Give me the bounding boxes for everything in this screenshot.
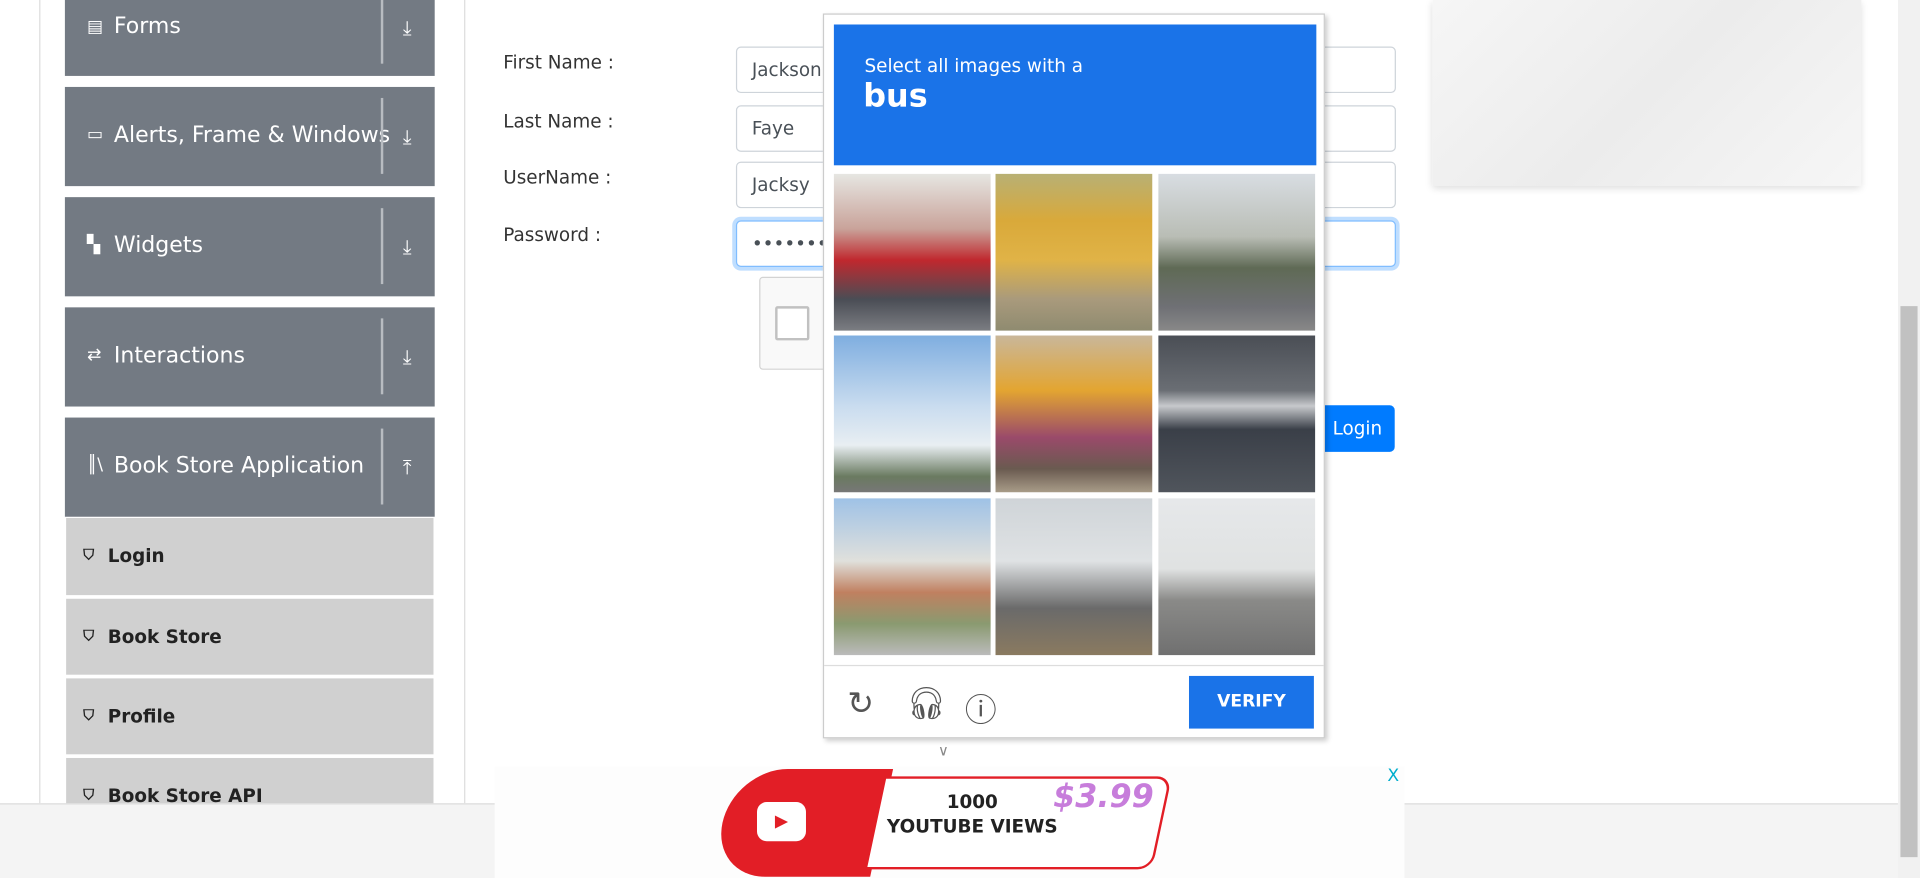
divider xyxy=(380,208,384,285)
ad-line2: YOUTUBE VIEWS xyxy=(886,815,1058,838)
chevron-down-icon[interactable]: ∨ xyxy=(938,742,949,759)
info-icon[interactable]: ⓘ xyxy=(965,686,997,731)
reload-icon[interactable]: ↻ xyxy=(847,686,874,723)
download-arrow-icon[interactable]: ⤓ xyxy=(403,235,412,259)
play-icon: ▶ xyxy=(757,802,806,842)
first-name-label: First Name : xyxy=(503,51,614,74)
sidebar-group-alerts[interactable]: ▭ Alerts, Frame & Windows ⤓ xyxy=(64,86,435,187)
interactions-icon: ⇄ xyxy=(86,345,102,365)
divider xyxy=(380,428,384,505)
window-icon: ▭ xyxy=(86,124,104,145)
sidebar-group-forms[interactable]: ▤ Forms ⤓ xyxy=(64,0,435,76)
upload-arrow-icon[interactable]: ⤒ xyxy=(403,456,412,480)
captcha-tile[interactable] xyxy=(1158,335,1316,493)
sidebar-group-interactions[interactable]: ⇄ Interactions ⤓ xyxy=(64,307,435,407)
sidebar-item-book-store[interactable]: ⛉ Book Store xyxy=(66,598,434,675)
recaptcha-checkbox[interactable] xyxy=(775,306,810,341)
captcha-tile[interactable] xyxy=(833,173,991,331)
ad-banner[interactable]: ▶ 1000 YOUTUBE VIEWS $3.99 X xyxy=(494,766,1405,878)
html5-icon: ⛉ xyxy=(83,546,95,564)
sidebar-item-login[interactable]: ⛉ Login xyxy=(66,517,434,596)
captcha-tile[interactable] xyxy=(833,335,991,493)
books-icon: ║\ xyxy=(86,455,104,476)
ad-price: $3.99 xyxy=(1053,778,1154,816)
ad-line1: 1000 xyxy=(946,791,998,814)
headphones-icon[interactable]: 🎧︎ xyxy=(906,686,946,723)
divider xyxy=(380,0,384,64)
download-arrow-icon[interactable]: ⤓ xyxy=(403,345,412,369)
divider xyxy=(380,318,384,395)
html5-icon: ⛉ xyxy=(83,626,95,645)
divider xyxy=(380,97,384,174)
download-arrow-icon[interactable]: ⤓ xyxy=(403,16,412,40)
password-label: Password : xyxy=(503,224,602,247)
divider xyxy=(824,664,1324,667)
widgets-icon: ▚ xyxy=(86,235,101,255)
captcha-target: bus xyxy=(863,78,928,116)
captcha-tile[interactable] xyxy=(833,498,991,656)
last-name-label: Last Name : xyxy=(503,110,614,133)
login-button[interactable]: Login xyxy=(1320,405,1395,452)
ad-close-button[interactable]: X xyxy=(1387,767,1399,787)
captcha-challenge: Select all images with a bus ↻ 🎧︎ ⓘ VERI… xyxy=(822,13,1325,739)
verify-button[interactable]: VERIFY xyxy=(1188,675,1314,729)
captcha-tile[interactable] xyxy=(995,173,1153,331)
sidebar-item-profile[interactable]: ⛉ Profile xyxy=(66,678,434,755)
sidebar-group-book-store[interactable]: ║\ Book Store Application ⤒ xyxy=(64,417,435,517)
document-icon: ▤ xyxy=(86,17,104,37)
html5-icon: ⛉ xyxy=(83,786,95,804)
scrollbar-thumb[interactable] xyxy=(1900,306,1918,858)
side-ad xyxy=(1432,0,1862,187)
captcha-instruction: Select all images with a xyxy=(864,55,1083,78)
html5-icon: ⛉ xyxy=(83,706,95,724)
captcha-tile[interactable] xyxy=(1158,498,1316,656)
download-arrow-icon[interactable]: ⤓ xyxy=(403,125,412,149)
captcha-tile[interactable] xyxy=(995,498,1153,656)
recaptcha-widget xyxy=(759,276,833,370)
captcha-tile[interactable] xyxy=(1158,173,1316,331)
sidebar-group-widgets[interactable]: ▚ Widgets ⤓ xyxy=(64,197,435,297)
username-label: UserName : xyxy=(503,166,612,189)
captcha-tile[interactable] xyxy=(995,335,1153,493)
captcha-header: Select all images with a bus xyxy=(833,24,1317,166)
